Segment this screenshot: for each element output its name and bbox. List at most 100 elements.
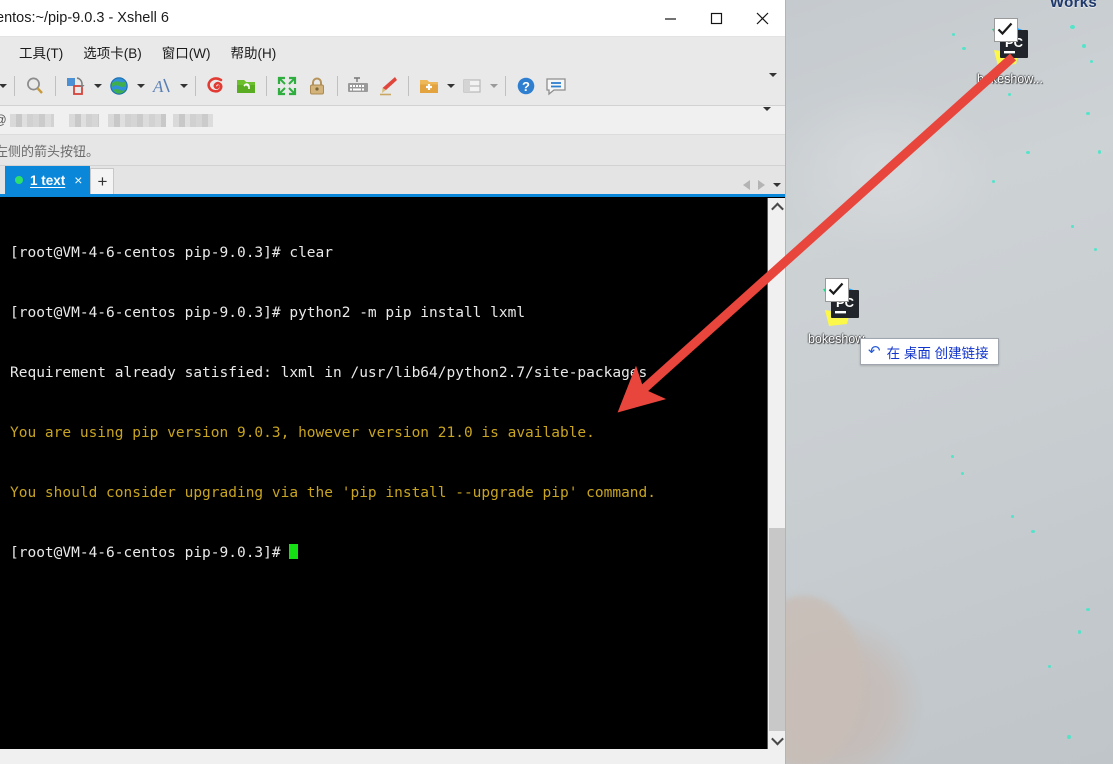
terminal-line: [root@VM-4-6-centos pip-9.0.3]# python2 … — [10, 305, 526, 321]
terminal-area: [root@VM-4-6-centos pip-9.0.3]# clear [r… — [0, 197, 785, 749]
xshell-window[interactable]: entos:~/pip-9.0.3 - Xshell 6 工具(T) 选项卡(B… — [0, 0, 786, 764]
layout-caret-icon[interactable] — [487, 71, 500, 101]
highlight-pen-icon[interactable] — [373, 71, 403, 101]
tab-status-dot-icon — [15, 176, 23, 184]
help-icon[interactable]: ? — [511, 71, 541, 101]
wallpaper-speck — [1078, 630, 1081, 634]
toolbar-overflow-button[interactable] — [769, 73, 777, 95]
wallpaper-speck — [1011, 515, 1014, 518]
toolbar: A ? — [0, 67, 785, 106]
windows-desktop[interactable]: Works — [786, 0, 1113, 764]
spiral-icon[interactable] — [201, 71, 231, 101]
toolbar-separator — [505, 76, 506, 96]
toolbar-separator — [337, 76, 338, 96]
font-icon[interactable]: A — [147, 71, 177, 101]
scroll-down-button[interactable] — [768, 731, 785, 749]
wallpaper-speck — [1048, 665, 1051, 668]
wallpaper-speck — [1031, 530, 1035, 533]
new-folder-icon[interactable] — [414, 71, 444, 101]
toolbar-separator — [195, 76, 196, 96]
close-button[interactable] — [739, 0, 785, 36]
checkmark-badge-icon — [825, 278, 849, 302]
session-manager-icon[interactable] — [61, 71, 91, 101]
terminal-cursor — [289, 544, 299, 559]
wallpaper-speck — [1082, 44, 1086, 48]
lock-icon[interactable] — [302, 71, 332, 101]
wallpaper-speck — [1008, 93, 1011, 96]
minimize-button[interactable] — [647, 0, 693, 36]
tab-nav-controls — [743, 180, 781, 190]
tab-1-text[interactable]: 1 text × — [5, 166, 91, 194]
transfer-icon[interactable] — [231, 71, 261, 101]
address-dropdown-caret-icon[interactable] — [763, 107, 771, 129]
tab-bar: 1 text × + — [0, 166, 785, 197]
screen: Works PC bokeshow... PC bokeshow... ↶ 在 … — [0, 0, 1113, 764]
menu-bar: 工具(T) 选项卡(B) 窗口(W) 帮助(H) — [0, 36, 785, 67]
redacted-address-block — [107, 113, 166, 127]
wallpaper-speck — [961, 472, 964, 475]
menu-tools[interactable]: 工具(T) — [10, 38, 72, 66]
menu-tabs[interactable]: 选项卡(B) — [74, 38, 151, 66]
terminal-output[interactable]: [root@VM-4-6-centos pip-9.0.3]# clear [r… — [0, 198, 767, 749]
checkmark-badge-icon — [994, 18, 1018, 42]
toolbar-separator — [14, 76, 15, 96]
address-value: @ — [0, 113, 213, 127]
terminal-scrollbar[interactable] — [767, 198, 785, 749]
wallpaper-speck — [1090, 60, 1093, 63]
globe-icon[interactable] — [104, 71, 134, 101]
window-title: entos:~/pip-9.0.3 - Xshell 6 — [0, 10, 169, 26]
fullscreen-icon[interactable] — [272, 71, 302, 101]
clipped-caret-icon[interactable] — [0, 71, 9, 101]
scroll-up-button[interactable] — [768, 198, 785, 216]
hint-text: 左侧的箭头按钮。 — [0, 143, 100, 159]
wallpaper-speck — [1098, 150, 1101, 154]
create-link-arrow-icon: ↶ — [868, 343, 881, 360]
address-bar[interactable]: @ — [0, 106, 785, 135]
desktop-icon-label: bokeshow... — [976, 72, 1043, 86]
globe-caret-icon[interactable] — [134, 71, 147, 101]
new-folder-caret-icon[interactable] — [444, 71, 457, 101]
terminal-prompt: [root@VM-4-6-centos pip-9.0.3]# — [10, 545, 290, 561]
wallpaper-speck — [1070, 25, 1075, 29]
wallpaper-speck — [1071, 225, 1074, 228]
scrollbar-thumb[interactable] — [769, 528, 785, 740]
prev-tab-arrow-icon[interactable] — [743, 180, 750, 190]
maximize-button[interactable] — [693, 0, 739, 36]
toolbar-separator — [55, 76, 56, 96]
scrollbar-track[interactable] — [768, 216, 785, 528]
window-controls — [647, 0, 785, 36]
drag-drop-tooltip-text: 在 桌面 创建链接 — [886, 345, 989, 361]
tab-close-icon[interactable]: × — [74, 172, 82, 188]
drag-drop-tooltip: ↶ 在 桌面 创建链接 — [860, 338, 999, 365]
session-manager-caret-icon[interactable] — [91, 71, 104, 101]
desktop-wallpaper-blob — [786, 596, 864, 764]
terminal-line: [root@VM-4-6-centos pip-9.0.3]# clear — [10, 245, 334, 261]
next-tab-arrow-icon[interactable] — [758, 180, 765, 190]
desktop-top-label: Works — [1049, 0, 1097, 11]
toolbar-separator — [408, 76, 409, 96]
pycharm-icon: PC — [986, 18, 1034, 70]
wallpaper-speck — [951, 455, 954, 458]
chat-icon[interactable] — [541, 71, 571, 101]
svg-text:?: ? — [522, 79, 530, 94]
wallpaper-speck — [992, 180, 995, 183]
terminal-line: You are using pip version 9.0.3, however… — [10, 425, 595, 441]
terminal-line: You should consider upgrading via the 'p… — [10, 485, 657, 501]
menu-help[interactable]: 帮助(H) — [221, 38, 285, 66]
title-bar[interactable]: entos:~/pip-9.0.3 - Xshell 6 — [0, 0, 785, 36]
pycharm-icon: PC — [817, 278, 865, 330]
toolbar-separator — [266, 76, 267, 96]
menu-window[interactable]: 窗口(W) — [153, 38, 220, 66]
font-caret-icon[interactable] — [177, 71, 190, 101]
keyboard-icon[interactable] — [343, 71, 373, 101]
redacted-address-block — [9, 113, 54, 127]
search-icon[interactable] — [20, 71, 50, 101]
terminal-prompt-line: [root@VM-4-6-centos pip-9.0.3]# — [10, 543, 767, 563]
address-prefix: @ — [0, 113, 7, 127]
add-tab-button[interactable]: + — [90, 168, 115, 194]
hint-bar: 左侧的箭头按钮。 — [0, 135, 785, 166]
desktop-icon-bokeshow-1[interactable]: PC bokeshow... — [955, 18, 1065, 86]
layout-icon[interactable] — [457, 71, 487, 101]
desktop-icon-bokeshow-2[interactable]: PC bokeshow... — [786, 278, 896, 346]
tab-list-caret-icon[interactable] — [773, 183, 781, 187]
